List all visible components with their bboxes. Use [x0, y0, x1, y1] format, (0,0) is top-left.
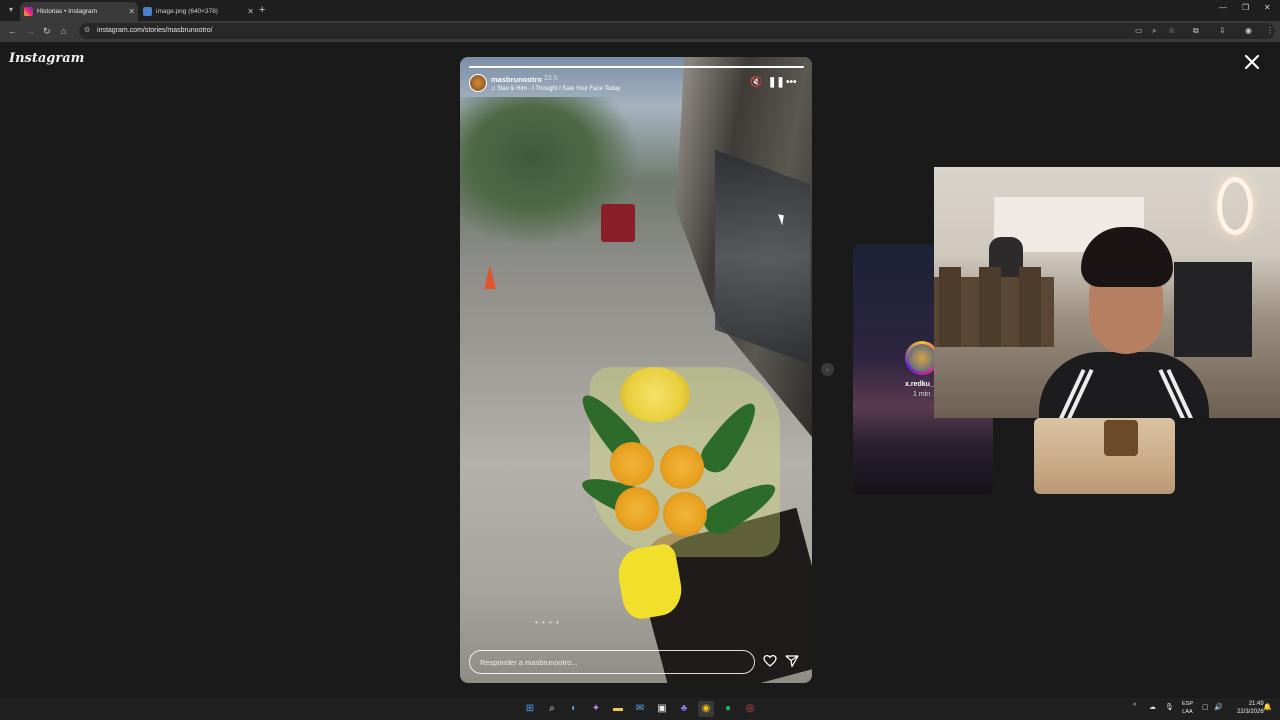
- image-icon: [143, 7, 152, 16]
- search-icon[interactable]: ⌕: [544, 701, 560, 717]
- site-info-icon[interactable]: ⚙: [84, 26, 90, 34]
- tab-instagram[interactable]: Historias • Instagram ✕: [20, 2, 138, 21]
- cam-streamer: [1039, 227, 1209, 418]
- story-preview-thumbnail[interactable]: [1034, 418, 1175, 494]
- taskbar-clock[interactable]: 21:49 22/3/2026: [1237, 700, 1264, 716]
- close-stories-icon[interactable]: [1243, 53, 1261, 71]
- story-photo-window: [715, 149, 810, 365]
- volume-icon[interactable]: 🔊: [1214, 703, 1223, 711]
- close-tab-icon[interactable]: ✕: [128, 2, 135, 21]
- story-photo-cone: [484, 265, 496, 289]
- story-pager-dots: • • • •: [535, 618, 560, 627]
- webcam-overlay: [934, 167, 1280, 418]
- url-text[interactable]: instagram.com/stories/masbrunootro/: [97, 27, 213, 34]
- network-icon[interactable]: ▢: [1202, 703, 1209, 711]
- story-song-title: Slav & Him - I Thought I Saw Your Face T…: [497, 86, 621, 92]
- instagram-icon: [24, 7, 33, 16]
- mute-icon[interactable]: 🔇: [750, 77, 762, 88]
- cam-ring-light: [1217, 177, 1253, 235]
- forward-button[interactable]: →: [26, 26, 35, 36]
- preview-username[interactable]: x.redku_: [905, 381, 934, 388]
- copilot-icon[interactable]: ✦: [588, 701, 604, 717]
- story-progress-bar: [469, 66, 804, 68]
- story-username[interactable]: masbrunootro: [491, 75, 542, 84]
- preview-avatar: [908, 344, 936, 372]
- reply-placeholder[interactable]: Responder a masbrunootro...: [480, 658, 578, 667]
- flower-bouquet: [572, 347, 783, 567]
- preview-time: 1 min: [913, 391, 931, 398]
- clock-date: 22/3/2026: [1237, 709, 1264, 715]
- profile-avatar-icon[interactable]: ◉: [1245, 26, 1252, 35]
- story-time: 23 h: [544, 75, 558, 82]
- onedrive-icon[interactable]: ☁: [1149, 703, 1156, 711]
- pause-icon[interactable]: ❚❚: [768, 77, 785, 88]
- window-close-button[interactable]: ✕: [1264, 3, 1271, 12]
- like-heart-icon[interactable]: [763, 654, 777, 668]
- minimize-button[interactable]: —: [1219, 3, 1227, 12]
- windows-start-icon[interactable]: ⊞: [522, 701, 538, 717]
- language-indicator[interactable]: ESP LAA: [1182, 700, 1193, 716]
- microphone-icon[interactable]: 🎙: [1165, 703, 1174, 711]
- clock-time: 21:49: [1248, 701, 1264, 707]
- cast-icon[interactable]: ▭: [1135, 26, 1143, 35]
- preview-photo-statue: [1104, 420, 1138, 456]
- share-send-icon[interactable]: [785, 654, 799, 668]
- mail-icon[interactable]: ✉: [632, 701, 648, 717]
- story-photo-van: [601, 204, 635, 242]
- close-tab-icon[interactable]: ✕: [247, 2, 254, 21]
- language-code: ESP: [1182, 701, 1194, 707]
- app-icon[interactable]: ◎: [742, 701, 758, 717]
- address-bar[interactable]: [79, 23, 1275, 39]
- tab-title: Historias • Instagram: [37, 8, 98, 15]
- browser-menu-icon[interactable]: ⋮: [1266, 26, 1274, 35]
- store-icon[interactable]: ▣: [654, 701, 670, 717]
- story-song[interactable]: ♫ Slav & Him - I Thought I Saw Your Face…: [491, 86, 620, 92]
- tray-chevron-icon[interactable]: ^: [1133, 703, 1136, 710]
- cam-chair: [1019, 267, 1041, 347]
- teams-icon[interactable]: ♣: [676, 701, 692, 717]
- zoom-icon[interactable]: ⌕: [1152, 26, 1156, 36]
- spotify-icon[interactable]: ●: [720, 701, 736, 717]
- story-viewer[interactable]: [460, 57, 812, 683]
- downloads-icon[interactable]: ⇩: [1219, 26, 1226, 35]
- avatar[interactable]: [469, 74, 487, 92]
- new-tab-button[interactable]: +: [259, 2, 265, 18]
- notification-bell-icon[interactable]: 🔔: [1263, 703, 1272, 711]
- cam-chair: [939, 267, 961, 347]
- extensions-icon[interactable]: ⧉: [1193, 26, 1199, 36]
- language-layout: LAA: [1182, 709, 1193, 715]
- tab-image[interactable]: image.png (640×378) ✕: [139, 2, 257, 21]
- tab-title: image.png (640×378): [156, 8, 218, 15]
- maximize-button[interactable]: ❐: [1242, 3, 1249, 12]
- next-story-chevron-icon[interactable]: ›: [821, 363, 834, 376]
- home-icon[interactable]: ⌂: [61, 26, 66, 36]
- file-explorer-icon[interactable]: ▬: [610, 701, 626, 717]
- edge-icon[interactable]: ◐: [566, 701, 582, 717]
- chrome-icon[interactable]: ◉: [698, 701, 714, 717]
- cam-chair: [979, 267, 1001, 347]
- reload-button[interactable]: ↻: [43, 26, 51, 37]
- more-options-icon[interactable]: •••: [786, 77, 797, 88]
- tab-search-button[interactable]: ▾: [4, 3, 18, 17]
- back-button[interactable]: ←: [8, 26, 17, 36]
- instagram-logo[interactable]: Instagram: [9, 51, 84, 66]
- bookmark-star-icon[interactable]: ☆: [1168, 26, 1175, 35]
